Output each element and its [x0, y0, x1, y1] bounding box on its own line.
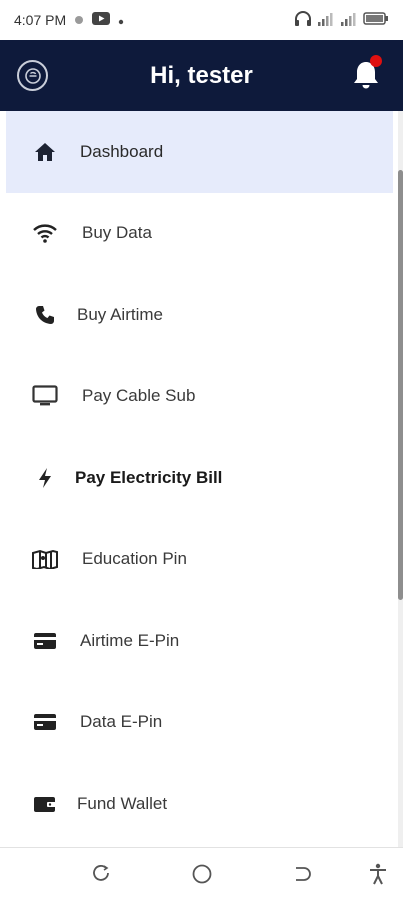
menu-item-label: Dashboard — [80, 141, 164, 161]
back-icon[interactable] — [290, 862, 314, 886]
wallet-icon — [32, 791, 58, 817]
app-logo-icon[interactable] — [17, 60, 48, 91]
wifi-icon — [32, 220, 58, 246]
signal-icon — [317, 12, 335, 29]
notification-badge — [370, 55, 382, 67]
accessibility-icon[interactable] — [366, 862, 390, 886]
headphones-icon — [294, 10, 312, 30]
menu-item-label: Airtime E-Pin — [80, 630, 180, 650]
menu-item-label: Fund Wallet — [77, 793, 168, 813]
system-nav-bar — [0, 847, 403, 900]
menu-item-education-pin[interactable]: Education Pin — [0, 519, 403, 601]
status-time: 4:07 PM — [14, 12, 67, 28]
app-header: Hi, tester — [0, 40, 403, 111]
side-menu: Dashboard Buy Data Buy Airtime Pay Cable… — [0, 111, 403, 847]
bolt-icon — [32, 465, 58, 491]
youtube-icon — [92, 12, 111, 28]
menu-item-pay-electricity-bill[interactable]: Pay Electricity Bill — [0, 437, 403, 519]
card-icon — [32, 628, 58, 654]
menu-item-label: Education Pin — [82, 549, 187, 569]
signal-icon — [340, 12, 358, 29]
menu-item-dashboard[interactable]: Dashboard — [6, 111, 393, 193]
dot-small-icon — [118, 12, 124, 28]
menu-item-buy-data[interactable]: Buy Data — [0, 193, 403, 275]
menu-item-pay-cable-sub[interactable]: Pay Cable Sub — [0, 356, 403, 438]
menu-item-data-e-pin[interactable]: Data E-Pin — [0, 682, 403, 764]
phone-icon — [32, 302, 58, 328]
home-circle-icon[interactable] — [190, 862, 214, 886]
home-icon — [32, 139, 58, 165]
recents-icon[interactable] — [89, 862, 113, 886]
dot-icon — [74, 12, 84, 28]
menu-item-label: Buy Airtime — [77, 304, 163, 324]
menu-item-fund-wallet[interactable]: Fund Wallet — [0, 763, 403, 845]
map-icon — [32, 546, 58, 572]
menu-item-label: Pay Electricity Bill — [75, 467, 223, 487]
menu-item-buy-airtime[interactable]: Buy Airtime — [0, 274, 403, 356]
monitor-icon — [32, 383, 58, 409]
scrollbar-thumb[interactable] — [398, 170, 403, 600]
status-bar: 4:07 PM — [0, 0, 403, 40]
menu-item-label: Data E-Pin — [80, 712, 163, 732]
greeting-title: Hi, tester — [150, 61, 253, 89]
battery-icon — [363, 12, 389, 28]
menu-item-label: Buy Data — [82, 223, 152, 243]
card-icon — [32, 709, 58, 735]
menu-item-label: Pay Cable Sub — [82, 386, 196, 406]
menu-item-airtime-e-pin[interactable]: Airtime E-Pin — [0, 600, 403, 682]
